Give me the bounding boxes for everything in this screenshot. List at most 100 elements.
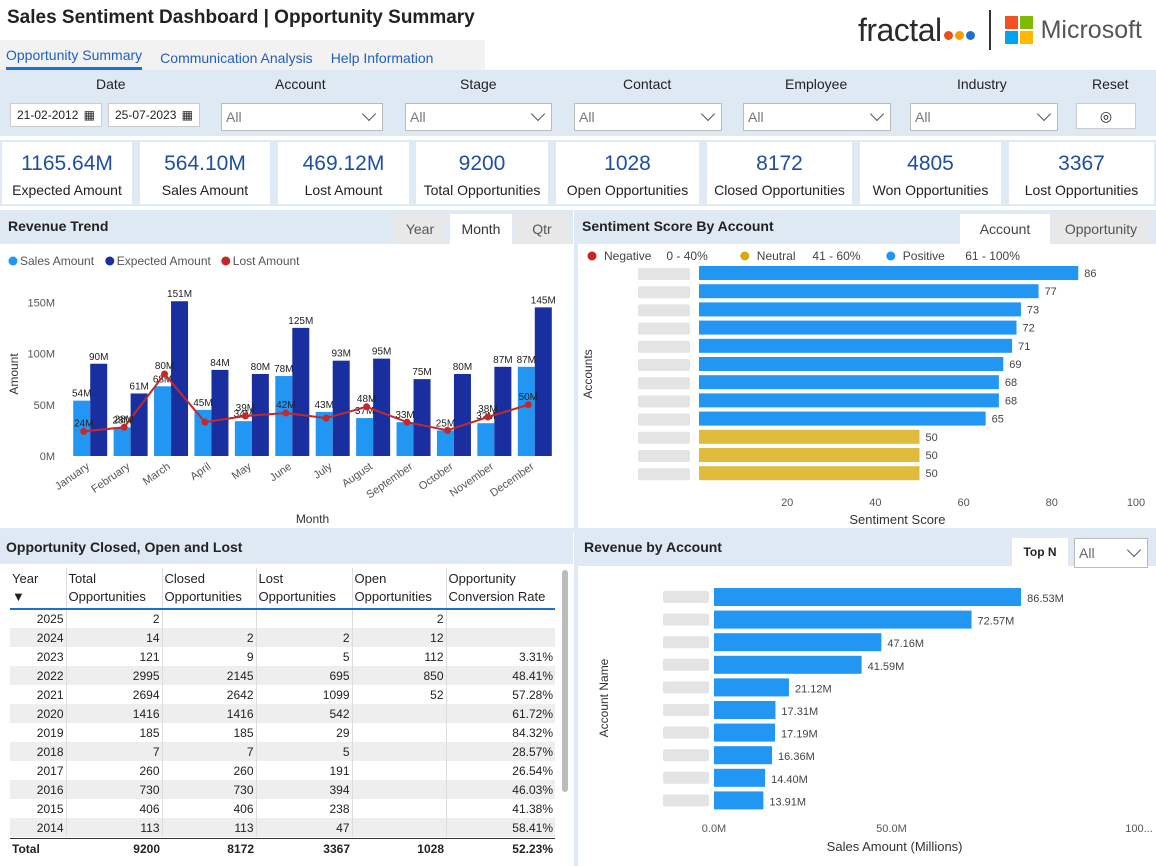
table-cell: [351, 704, 446, 723]
tab-opportunity-summary[interactable]: Opportunity Summary: [6, 47, 143, 70]
total-cell: 1028: [417, 842, 444, 856]
data-label: 71: [1018, 341, 1030, 353]
legend-range: 41 - 60%: [812, 249, 860, 263]
data-label: 125M: [288, 316, 313, 327]
data-label: 41.59M: [868, 661, 905, 673]
table-cell: [351, 761, 446, 780]
microsoft-logo: Microsoft: [1004, 16, 1142, 45]
table-cell: 57.28%: [445, 685, 555, 704]
opportunity-table-title: Opportunity Closed, Open and Lost: [6, 539, 243, 555]
contact-select[interactable]: All: [574, 103, 722, 131]
date-to-input[interactable]: 25-07-2023 ▦: [108, 103, 200, 127]
table-cell: 260: [161, 761, 256, 780]
x-tick-label: 60: [957, 497, 969, 509]
table-cell: 26.54%: [445, 761, 555, 780]
table-row: 2020 1416 1416 542 61.72%: [10, 704, 555, 723]
revenue-bar: [714, 746, 773, 765]
chevron-down-icon: [700, 106, 716, 122]
stage-label: Stage: [460, 76, 497, 92]
kpi-card: 4805 Won Opportunities: [860, 142, 1001, 204]
bar-sales: [356, 418, 374, 456]
table-cell: 2995: [65, 666, 162, 685]
account-name-redacted: [638, 286, 690, 299]
data-label: 43M: [314, 400, 333, 411]
table-row: 2014 113 113 47 58.41%: [10, 818, 555, 837]
column-header[interactable]: Total Opportunities: [65, 568, 162, 610]
y-axis-title: Amount: [7, 353, 21, 395]
table-cell: 47: [255, 818, 352, 837]
sentiment-bar: [699, 448, 920, 462]
reset-button[interactable]: ◎: [1076, 103, 1136, 129]
bar-sales: [154, 386, 172, 456]
data-label: 17.19M: [781, 729, 818, 741]
account-select[interactable]: All: [221, 103, 383, 131]
data-label: 50: [926, 468, 938, 480]
account-name-redacted: [663, 771, 709, 784]
sentiment-bar: [699, 429, 920, 444]
account-name-redacted: [663, 794, 709, 807]
data-label: 80M: [453, 362, 472, 373]
bar-expected: [171, 301, 189, 456]
sentiment-bar: [699, 393, 999, 408]
toggle-qtr[interactable]: Qtr: [514, 214, 570, 244]
toggle-month[interactable]: Month: [450, 214, 512, 244]
column-header-year[interactable]: Year ▼: [10, 568, 66, 610]
industry-select[interactable]: All: [910, 103, 1058, 131]
tab-communication-analysis[interactable]: Communication Analysis: [160, 50, 313, 70]
toggle-account[interactable]: Account: [960, 214, 1050, 244]
data-label: 93M: [331, 349, 350, 360]
table-cell: 29: [255, 723, 352, 742]
table-cell: 394: [255, 780, 352, 799]
lost-point: [443, 426, 451, 434]
date-from-input[interactable]: 21-02-2012 ▦: [10, 103, 102, 127]
toggle-year[interactable]: Year: [394, 214, 446, 244]
data-label: 50M: [519, 392, 538, 403]
column-header[interactable]: Opportunity Conversion Rate: [445, 568, 555, 610]
date-label: Date: [96, 76, 126, 92]
column-header[interactable]: Open Opportunities: [351, 568, 446, 610]
bar-sales: [517, 366, 535, 456]
legend-marker: [105, 256, 115, 266]
legend-label: Lost Amount: [233, 254, 300, 268]
reset-label: Reset: [1092, 76, 1129, 92]
logo-dot: [954, 30, 964, 40]
data-label: 50: [926, 432, 938, 444]
table-cell: [255, 609, 352, 628]
table-cell: 2024: [10, 628, 66, 647]
kpi-card: 564.10M Sales Amount: [140, 142, 270, 204]
data-label: 24M: [74, 418, 93, 429]
table-row: 2023 121 9 5 112 3.31%: [10, 647, 555, 666]
account-name-redacted: [663, 704, 709, 716]
column-header[interactable]: Lost Opportunities: [255, 568, 352, 610]
legend-marker: [587, 251, 597, 261]
toggle-opportunity[interactable]: Opportunity: [1052, 214, 1150, 244]
table-row: 2017 260 260 191 26.54%: [10, 761, 555, 780]
x-tick-label: May: [230, 460, 254, 482]
chevron-down-icon: [361, 106, 377, 122]
employee-select[interactable]: All: [743, 103, 891, 131]
account-label: Account: [275, 76, 326, 92]
table-cell: 406: [161, 799, 256, 818]
column-header[interactable]: Closed Opportunities: [161, 568, 256, 610]
table-row: 2016 730 730 394 46.03%: [10, 780, 555, 799]
chevron-down-icon: [1036, 106, 1052, 122]
table-cell: 9: [161, 647, 256, 666]
filter-bar: Date 21-02-2012 ▦ 25-07-2023 ▦ Account All…: [0, 70, 1156, 136]
topn-select[interactable]: All: [1074, 538, 1148, 568]
stage-select[interactable]: All: [405, 103, 552, 131]
table-cell: 238: [255, 799, 352, 818]
account-name-redacted: [638, 340, 690, 353]
table-cell: 48.41%: [445, 666, 555, 685]
table-cell: 2019: [36, 725, 64, 740]
data-label: 86: [1084, 268, 1096, 280]
y-tick-label: 50M: [34, 400, 55, 412]
data-label: 87M: [493, 355, 512, 366]
total-cell: 52.23%: [512, 842, 553, 856]
tab-help-information[interactable]: Help Information: [331, 50, 434, 70]
data-label: 151M: [167, 289, 192, 300]
table-scrollbar[interactable]: [562, 570, 568, 792]
data-label: 87M: [517, 355, 536, 366]
table-row: 2019 185 185 29 84.32%: [10, 723, 555, 742]
data-label: 72.57M: [978, 616, 1015, 628]
topn-label: Top N: [1012, 538, 1068, 566]
